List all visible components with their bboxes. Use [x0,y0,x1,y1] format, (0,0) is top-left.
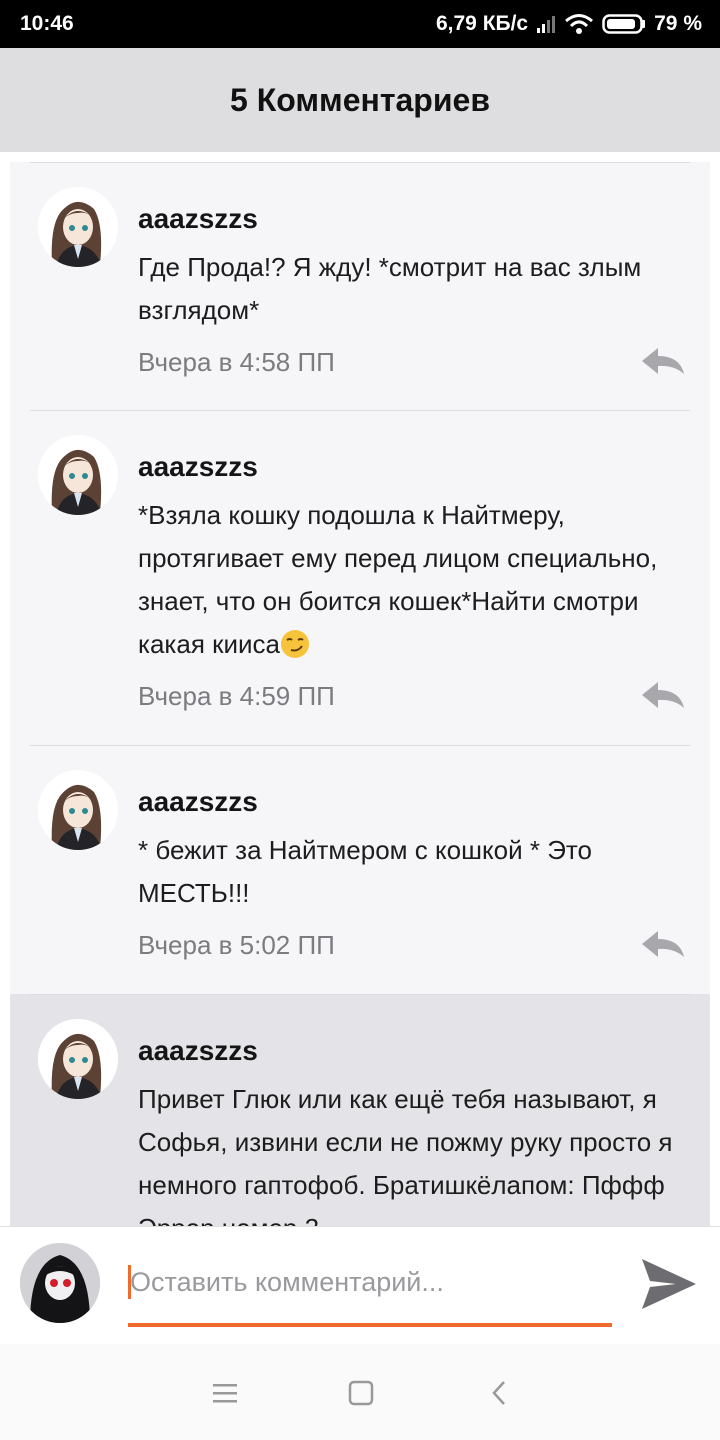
send-icon[interactable] [640,1257,698,1311]
divider [30,745,690,746]
comment-username[interactable]: aaazszzs [138,199,690,239]
comment-username[interactable]: aaazszzs [138,447,690,487]
comments-header: 5 Комментариев [0,48,720,152]
comment-username[interactable]: aaazszzs [138,1031,690,1071]
divider [30,162,690,163]
avatar[interactable] [38,1019,118,1099]
comment-text-content: *Взяла кошку подошла к Найтмеру, протяги… [138,500,658,659]
page-title: 5 Комментариев [230,81,490,118]
smirk-emoji-icon [281,630,309,658]
divider [30,994,690,995]
avatar[interactable] [38,187,118,267]
comment-text: Где Прода!? Я жду! *смотрит на вас злым … [138,252,642,325]
comment-item[interactable]: aaazszzs Где Прода!? Я жду! *смотрит на … [10,162,710,410]
comment-item-highlighted[interactable]: aaazszzs Привет Глюк или как ещё тебя на… [10,994,710,1226]
back-icon[interactable] [484,1378,514,1408]
status-bar: 10:46 6,79 КБ/с 79 % [0,0,720,48]
divider [30,410,690,411]
home-icon[interactable] [346,1378,376,1408]
system-nav-bar [0,1344,720,1440]
reply-icon[interactable] [640,929,686,959]
comment-composer: Оставить комментарий... [0,1226,720,1344]
comment-list: aaazszzs Где Прода!? Я жду! *смотрит на … [10,162,710,1226]
comment-item[interactable]: aaazszzs * бежит за Найтмером с кошкой *… [10,745,710,994]
battery-level: 79 % [654,12,702,35]
comment-time: Вчера в 4:59 ПП [138,681,335,711]
comment-input[interactable]: Оставить комментарий... [128,1255,612,1327]
status-time: 10:46 [20,12,74,35]
battery-icon [602,13,646,35]
comment-username[interactable]: aaazszzs [138,782,690,822]
comments-feed[interactable]: aaazszzs Где Прода!? Я жду! *смотрит на … [0,152,720,1226]
reply-icon[interactable] [640,346,686,376]
signal-icon [536,14,556,34]
wifi-icon [564,13,594,35]
comment-time: Вчера в 4:58 ПП [138,347,335,377]
comment-text: *Взяла кошку подошла к Найтмеру, протяги… [138,494,690,666]
comment-input-placeholder: Оставить комментарий... [130,1267,444,1297]
avatar[interactable] [38,770,118,850]
comment-time: Вчера в 5:02 ПП [138,930,335,960]
current-user-avatar[interactable] [20,1243,100,1323]
comment-item[interactable]: aaazszzs *Взяла кошку подошла к Найтмеру… [10,410,710,745]
network-speed: 6,79 КБ/с [435,12,529,35]
comment-text: Привет Глюк или как ещё тебя называют, я… [138,1084,673,1226]
avatar[interactable] [38,435,118,515]
reply-icon[interactable] [640,680,686,710]
menu-icon[interactable] [210,1378,240,1408]
comment-text: * бежит за Найтмером с кошкой * Это МЕСТ… [138,835,592,908]
